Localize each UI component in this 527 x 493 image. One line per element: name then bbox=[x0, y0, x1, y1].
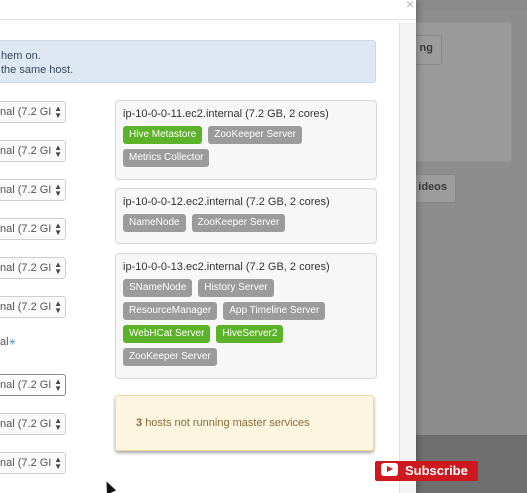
component-badge: ResourceManager bbox=[123, 302, 218, 320]
select-arrows-icon: ▲ ▼ bbox=[54, 416, 62, 432]
host-select-value: nal (7.2 GI bbox=[0, 379, 52, 391]
component-badge: ZooKeeper Server bbox=[191, 214, 286, 232]
warning-text: hosts not running master services bbox=[145, 417, 310, 429]
modal-header bbox=[0, 0, 416, 20]
component-badge: NameNode bbox=[123, 214, 186, 232]
host-select[interactable]: nal (7.2 GI ▲ ▼ bbox=[0, 179, 66, 201]
asterisk-icon: ✳ bbox=[8, 337, 17, 347]
host-select[interactable]: nal (7.2 GI ▲ ▼ bbox=[0, 101, 66, 123]
component-badge: History Server bbox=[198, 279, 274, 297]
host-label: al✳ bbox=[0, 336, 16, 348]
host-select-value: nal (7.2 GI bbox=[0, 301, 52, 313]
host-select-value: nal (7.2 GI bbox=[0, 145, 52, 157]
host-title: ip-10-0-0-12.ec2.internal (7.2 GB, 2 cor… bbox=[123, 196, 330, 208]
component-badge: ZooKeeper Server bbox=[208, 126, 302, 144]
host-select[interactable]: nal (7.2 GI ▲ ▼ bbox=[0, 296, 66, 318]
host-select-value: nal (7.2 GI bbox=[0, 223, 52, 235]
youtube-play-icon bbox=[381, 463, 398, 476]
host-select[interactable]: nal (7.2 GI ▲ ▼ bbox=[0, 257, 66, 279]
component-badge: Metrics Collector bbox=[123, 149, 210, 167]
select-arrows-icon: ▲ ▼ bbox=[54, 143, 62, 159]
component-list: Hive Metastore ZooKeeper Server Metrics … bbox=[123, 126, 376, 172]
close-icon[interactable]: × bbox=[406, 0, 414, 12]
info-line: hem on. bbox=[1, 50, 41, 62]
host-title: ip-10-0-0-11.ec2.internal (7.2 GB, 2 cor… bbox=[123, 108, 329, 120]
host-card: ip-10-0-0-13.ec2.internal (7.2 GB, 2 cor… bbox=[115, 253, 377, 379]
component-badge: Hive Metastore bbox=[123, 126, 203, 144]
host-select-value: nal (7.2 GI bbox=[0, 184, 52, 196]
info-line: the same host. bbox=[1, 64, 74, 76]
select-arrows-icon: ▲ ▼ bbox=[54, 221, 62, 237]
select-arrows-icon: ▲ ▼ bbox=[54, 455, 62, 471]
component-list: SNameNode History Server ResourceManager… bbox=[123, 279, 376, 371]
component-badge: SNameNode bbox=[123, 279, 193, 297]
component-badge: HiveServer2 bbox=[216, 325, 284, 343]
component-list: NameNode ZooKeeper Server bbox=[123, 214, 376, 237]
host-select[interactable]: nal (7.2 GI ▲ ▼ bbox=[0, 413, 66, 435]
host-title: ip-10-0-0-13.ec2.internal (7.2 GB, 2 cor… bbox=[123, 261, 330, 273]
select-arrows-icon: ▲ ▼ bbox=[54, 260, 62, 276]
host-select[interactable]: nal (7.2 GI ▲ ▼ bbox=[0, 374, 66, 396]
host-card: ip-10-0-0-11.ec2.internal (7.2 GB, 2 cor… bbox=[115, 100, 377, 180]
host-select-value: nal (7.2 GI bbox=[0, 106, 52, 118]
host-select[interactable]: nal (7.2 GI ▲ ▼ bbox=[0, 452, 66, 474]
component-badge: ZooKeeper Server bbox=[123, 348, 217, 366]
host-select-value: nal (7.2 GI bbox=[0, 262, 52, 274]
subscribe-label: Subscribe bbox=[405, 463, 468, 478]
component-badge: App Timeline Server bbox=[223, 302, 326, 320]
select-arrows-icon: ▲ ▼ bbox=[54, 104, 62, 120]
select-arrows-icon: ▲ ▼ bbox=[54, 182, 62, 198]
host-select[interactable]: nal (7.2 GI ▲ ▼ bbox=[0, 218, 66, 240]
warning-count: 3 bbox=[136, 417, 143, 429]
host-select-value: nal (7.2 GI bbox=[0, 418, 52, 430]
host-card: ip-10-0-0-12.ec2.internal (7.2 GB, 2 cor… bbox=[115, 188, 377, 244]
background-top-bar bbox=[416, 0, 527, 10]
assign-masters-modal: × hem on. the same host. nal (7.2 GI ▲ ▼ n… bbox=[0, 0, 416, 493]
modal-scrollbar[interactable] bbox=[399, 22, 416, 493]
host-select-value: nal (7.2 GI bbox=[0, 457, 52, 469]
host-select[interactable]: nal (7.2 GI ▲ ▼ bbox=[0, 140, 66, 162]
select-arrows-icon: ▲ ▼ bbox=[54, 377, 62, 393]
subscribe-button[interactable]: Subscribe bbox=[375, 461, 478, 481]
host-label-text: al bbox=[0, 336, 9, 348]
info-alert: hem on. the same host. bbox=[0, 40, 376, 83]
unused-hosts-warning: 3 hosts not running master services bbox=[115, 395, 374, 451]
component-badge: WebHCat Server bbox=[123, 325, 211, 343]
select-arrows-icon: ▲ ▼ bbox=[54, 299, 62, 315]
